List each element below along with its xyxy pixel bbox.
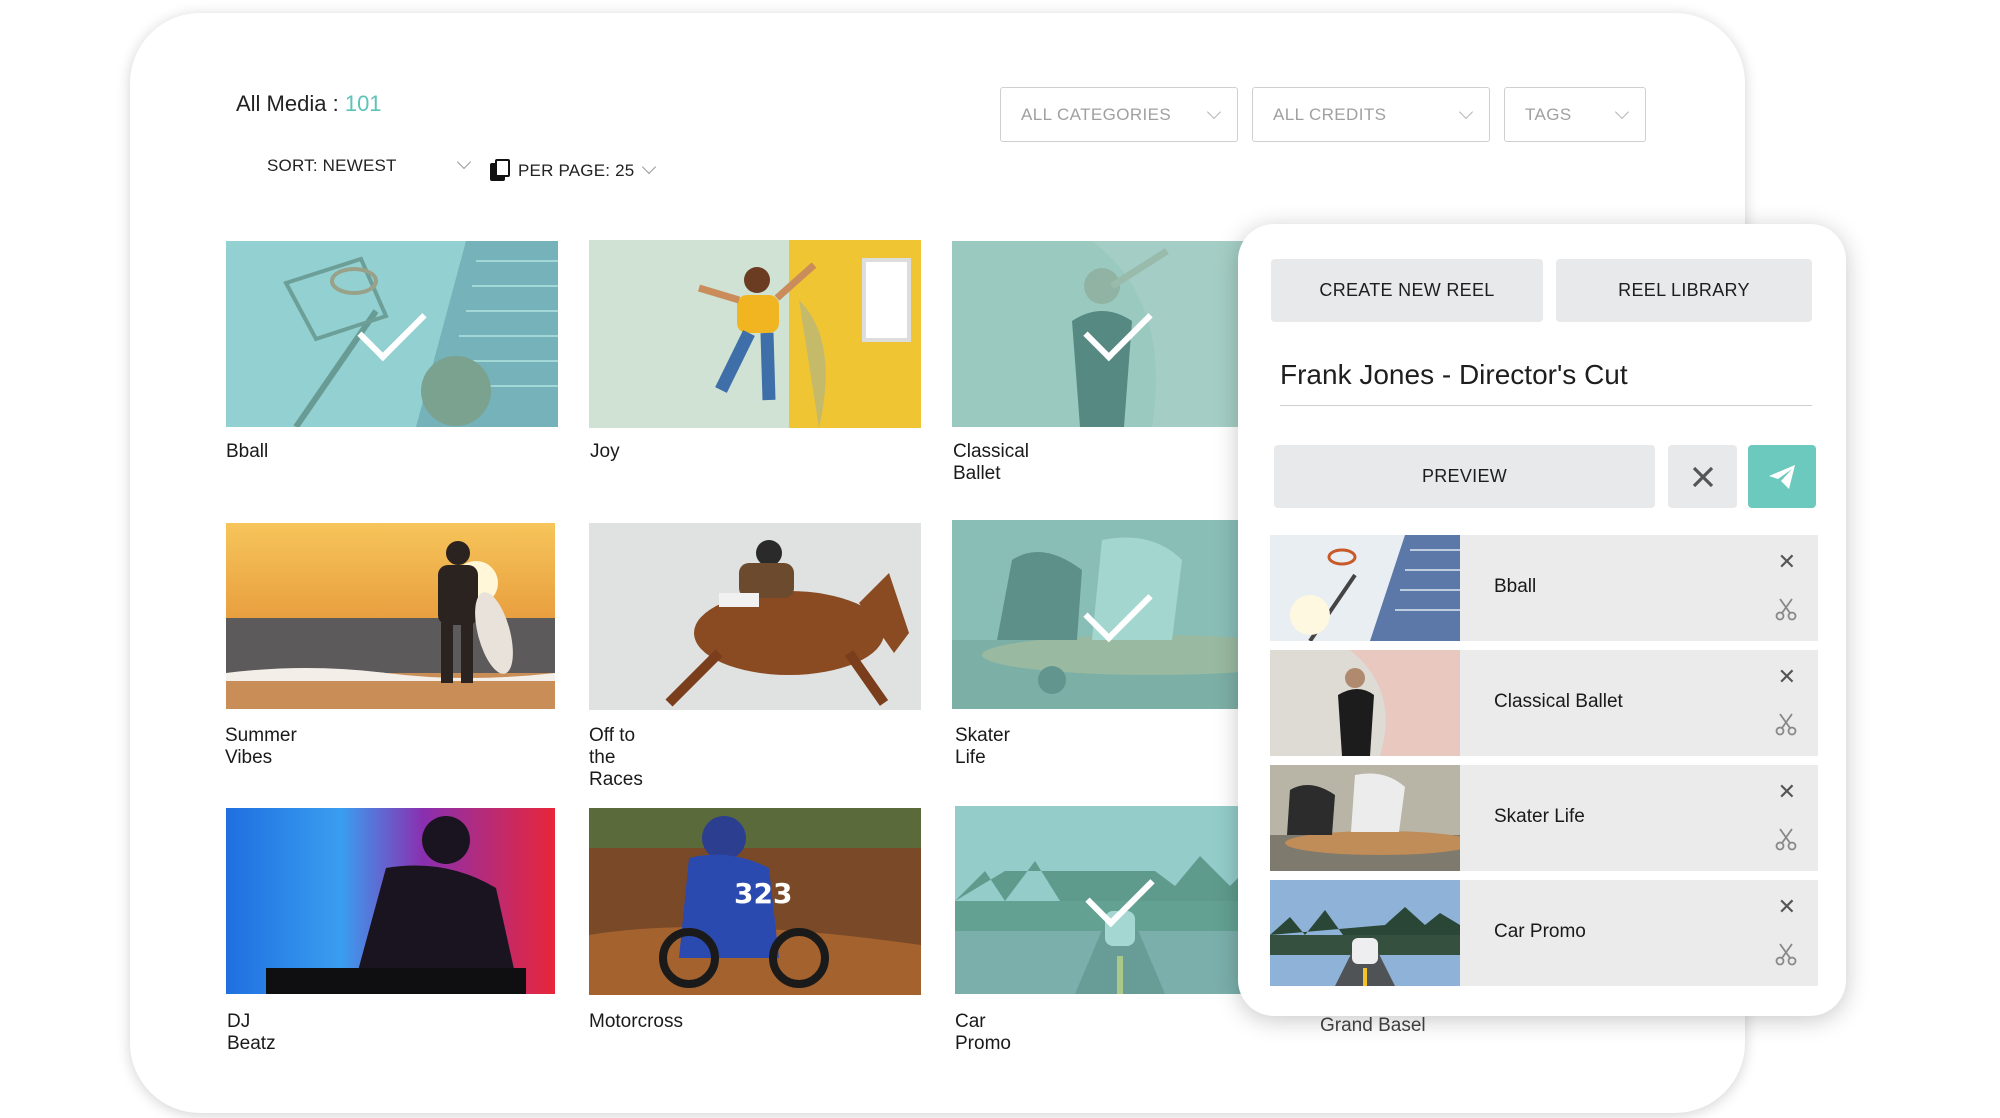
media-title: Car Promo bbox=[955, 1011, 1011, 1054]
media-title: Motorcross bbox=[589, 1011, 683, 1032]
all-media-label: All Media : bbox=[236, 91, 345, 116]
clip-title: Bball bbox=[1494, 576, 1537, 597]
clip-thumbnail bbox=[1270, 765, 1460, 871]
send-icon bbox=[1769, 464, 1795, 489]
close-icon[interactable]: ✕ bbox=[1778, 779, 1796, 805]
send-reel-button[interactable] bbox=[1748, 445, 1816, 508]
reel-builder-panel: CREATE NEW REEL REEL LIBRARY Frank Jones… bbox=[1238, 224, 1846, 1016]
sort-dropdown[interactable]: SORT: NEWEST bbox=[267, 154, 471, 176]
close-icon[interactable]: ✕ bbox=[1778, 549, 1796, 575]
media-thumbnail bbox=[952, 241, 1284, 427]
scissors-icon[interactable] bbox=[1774, 712, 1798, 736]
media-thumbnail bbox=[226, 808, 555, 994]
reel-title-input[interactable]: Frank Jones - Director's Cut bbox=[1280, 359, 1812, 406]
create-new-reel-button[interactable]: CREATE NEW REEL bbox=[1271, 259, 1543, 322]
media-thumbnail bbox=[226, 523, 555, 709]
filter-tags[interactable]: TAGS bbox=[1504, 87, 1646, 142]
reel-clip-item[interactable]: Bball ✕ bbox=[1270, 535, 1818, 641]
sort-label: SORT: NEWEST bbox=[267, 156, 397, 175]
clip-thumbnail bbox=[1270, 650, 1460, 756]
close-icon bbox=[1692, 466, 1713, 487]
media-thumbnail bbox=[589, 240, 921, 428]
reel-clip-item[interactable]: Car Promo ✕ bbox=[1270, 880, 1818, 986]
media-thumbnail bbox=[955, 806, 1284, 994]
media-thumbnail bbox=[952, 520, 1284, 709]
clip-title: Classical Ballet bbox=[1494, 691, 1623, 712]
reel-library-button[interactable]: REEL LIBRARY bbox=[1556, 259, 1812, 322]
svg-text:323: 323 bbox=[734, 877, 792, 910]
media-title: DJ Beatz bbox=[227, 1011, 276, 1054]
clip-title: Car Promo bbox=[1494, 921, 1586, 942]
filter-label: ALL CATEGORIES bbox=[1021, 104, 1172, 124]
preview-button[interactable]: PREVIEW bbox=[1274, 445, 1655, 508]
media-thumbnail bbox=[226, 241, 558, 427]
copy-icon bbox=[490, 159, 510, 181]
clip-title: Skater Life bbox=[1494, 806, 1585, 827]
per-page-dropdown[interactable]: PER PAGE: 25 bbox=[490, 156, 657, 181]
close-icon[interactable]: ✕ bbox=[1778, 894, 1796, 920]
clear-reel-button[interactable] bbox=[1668, 445, 1737, 508]
chevron-down-icon bbox=[1206, 104, 1222, 119]
chevron-down-icon bbox=[1458, 104, 1474, 119]
media-title: Classical Ballet bbox=[953, 441, 1030, 484]
filter-all-credits[interactable]: ALL CREDITS bbox=[1252, 87, 1490, 142]
clip-thumbnail bbox=[1270, 880, 1460, 986]
scissors-icon[interactable] bbox=[1774, 597, 1798, 621]
media-title: Summer Vibes bbox=[225, 725, 297, 768]
filter-all-categories[interactable]: ALL CATEGORIES bbox=[1000, 87, 1238, 142]
media-title: Joy bbox=[590, 441, 620, 462]
reel-clip-item[interactable]: Classical Ballet ✕ bbox=[1270, 650, 1818, 756]
per-page-label: PER PAGE: 25 bbox=[518, 161, 635, 180]
scissors-icon[interactable] bbox=[1774, 827, 1798, 851]
all-media-count: 101 bbox=[344, 91, 382, 116]
close-icon[interactable]: ✕ bbox=[1778, 664, 1796, 690]
media-thumbnail: 323 bbox=[589, 808, 921, 995]
filter-label: ALL CREDITS bbox=[1273, 104, 1387, 124]
reel-clip-item[interactable]: Skater Life ✕ bbox=[1270, 765, 1818, 871]
chevron-down-icon bbox=[1614, 104, 1630, 119]
scissors-icon[interactable] bbox=[1774, 942, 1798, 966]
chevron-down-icon bbox=[642, 159, 657, 175]
filter-label: TAGS bbox=[1525, 104, 1572, 124]
clip-thumbnail bbox=[1270, 535, 1460, 641]
media-thumbnail bbox=[589, 523, 921, 710]
chevron-down-icon bbox=[456, 154, 471, 170]
media-title: Bball bbox=[226, 441, 269, 462]
media-title: Grand Basel bbox=[1320, 1015, 1426, 1036]
media-title: Skater Life bbox=[955, 725, 1010, 768]
all-media-counter: All Media : 101 bbox=[236, 91, 382, 117]
media-title: Off to the Races bbox=[589, 725, 643, 790]
